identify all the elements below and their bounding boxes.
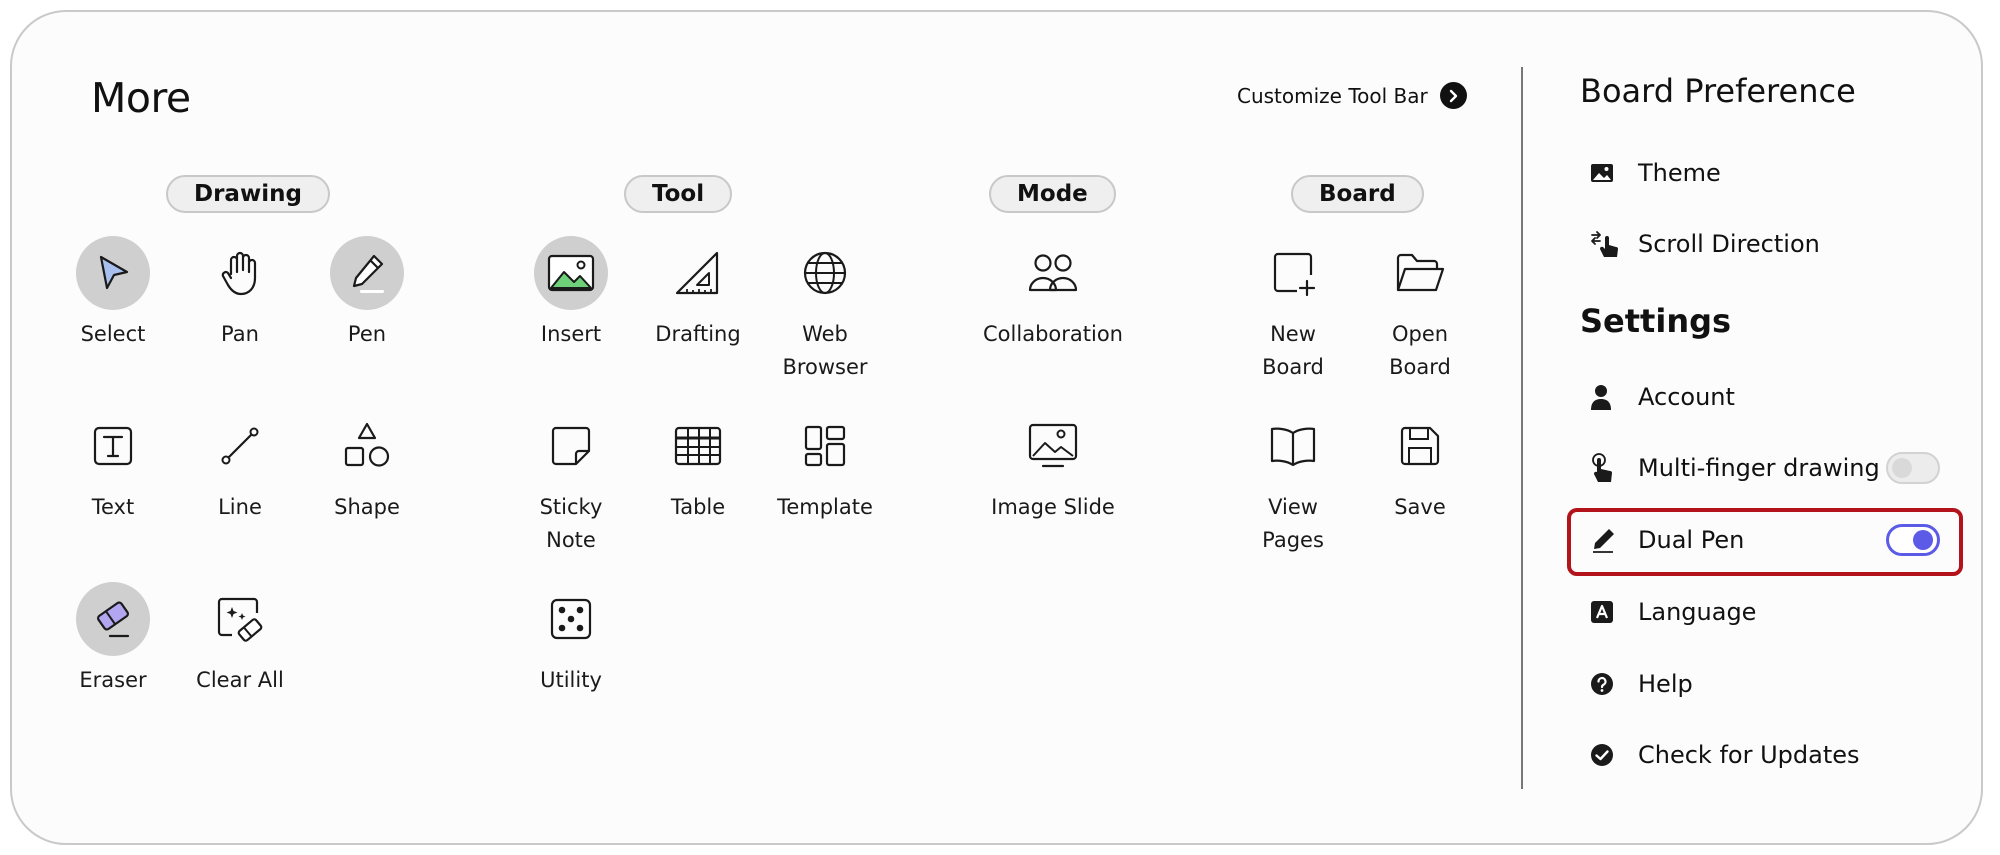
category-tool: Tool bbox=[624, 175, 733, 213]
tool-open-board-label: Open Board bbox=[1389, 322, 1451, 379]
image-slide-icon bbox=[1016, 409, 1090, 483]
more-panel: More Customize Tool Bar Drawing Tool Mod… bbox=[10, 10, 1983, 845]
hand-icon bbox=[203, 236, 277, 310]
tool-insert-label: Insert bbox=[540, 322, 602, 346]
tool-text-label: Text bbox=[91, 495, 135, 519]
tool-pen-label: Pen bbox=[347, 322, 387, 346]
multi-finger-drawing-toggle[interactable] bbox=[1886, 452, 1940, 484]
language-label: Language bbox=[1638, 598, 1757, 626]
eraser-icon bbox=[76, 582, 150, 656]
toggle-knob bbox=[1913, 530, 1933, 550]
account-label: Account bbox=[1638, 383, 1735, 411]
sticky-note-icon bbox=[534, 409, 608, 483]
sidebar-item-account[interactable]: Account bbox=[1580, 377, 1940, 417]
tool-sticky-note-label: Sticky Note bbox=[539, 495, 603, 552]
template-icon bbox=[788, 409, 862, 483]
tool-pen[interactable]: Pen bbox=[287, 236, 447, 351]
insert-image-icon bbox=[534, 236, 608, 310]
tool-utility-label: Utility bbox=[540, 668, 602, 692]
new-board-icon bbox=[1256, 236, 1330, 310]
help-icon bbox=[1580, 668, 1624, 700]
scroll-direction-label: Scroll Direction bbox=[1638, 230, 1820, 258]
tool-view-pages-label: View Pages bbox=[1262, 495, 1324, 552]
floppy-disk-icon bbox=[1383, 409, 1457, 483]
tool-clear-all-label: Clear All bbox=[196, 668, 284, 692]
page-title: More bbox=[91, 74, 191, 122]
tool-image-slide[interactable]: Image Slide bbox=[973, 409, 1133, 524]
people-icon bbox=[1016, 236, 1090, 310]
tool-new-board-label: New Board bbox=[1262, 322, 1324, 379]
touch-finger-icon bbox=[1580, 452, 1624, 484]
sidebar-item-check-for-updates[interactable]: Check for Updates bbox=[1580, 735, 1940, 775]
tool-select-label: Select bbox=[80, 322, 146, 346]
tool-line-label: Line bbox=[218, 495, 262, 519]
category-board: Board bbox=[1291, 175, 1424, 213]
tool-eraser-label: Eraser bbox=[79, 668, 147, 692]
text-box-icon bbox=[76, 409, 150, 483]
category-mode: Mode bbox=[989, 175, 1116, 213]
help-label: Help bbox=[1638, 670, 1693, 698]
tool-web-browser[interactable]: Web Browser bbox=[745, 236, 905, 384]
tool-utility[interactable]: Utility bbox=[491, 582, 651, 697]
tool-save[interactable]: Save bbox=[1340, 409, 1500, 524]
customize-toolbar-label: Customize Tool Bar bbox=[1237, 83, 1428, 108]
tool-shape-label: Shape bbox=[334, 495, 400, 519]
language-a-icon bbox=[1580, 596, 1624, 628]
dual-pen-toggle[interactable] bbox=[1886, 524, 1940, 556]
tool-collaboration[interactable]: Collaboration bbox=[973, 236, 1133, 351]
book-icon bbox=[1256, 409, 1330, 483]
tool-save-label: Save bbox=[1394, 495, 1446, 519]
sidebar-item-help[interactable]: Help bbox=[1580, 664, 1940, 704]
tool-clear-all[interactable]: Clear All bbox=[160, 582, 320, 697]
tool-image-slide-label: Image Slide bbox=[991, 495, 1115, 519]
line-icon bbox=[203, 409, 277, 483]
check-for-updates-label: Check for Updates bbox=[1638, 741, 1860, 769]
clear-all-icon bbox=[203, 582, 277, 656]
shapes-icon bbox=[330, 409, 404, 483]
dual-pen-label: Dual Pen bbox=[1638, 526, 1745, 554]
tool-open-board[interactable]: Open Board bbox=[1340, 236, 1500, 384]
pen-icon bbox=[1580, 524, 1624, 556]
customize-toolbar-button[interactable]: Customize Tool Bar bbox=[1237, 82, 1467, 109]
multi-finger-drawing-label: Multi-finger drawing bbox=[1638, 454, 1880, 482]
theme-label: Theme bbox=[1638, 159, 1721, 187]
person-icon bbox=[1580, 381, 1624, 413]
chevron-right-icon bbox=[1439, 82, 1467, 109]
sidebar-item-theme[interactable]: Theme bbox=[1580, 153, 1940, 193]
table-icon bbox=[661, 409, 735, 483]
globe-icon bbox=[788, 236, 862, 310]
category-drawing: Drawing bbox=[166, 175, 330, 213]
settings-heading: Settings bbox=[1580, 302, 1732, 340]
tool-shape[interactable]: Shape bbox=[287, 409, 447, 524]
pen-icon bbox=[330, 236, 404, 310]
section-divider bbox=[1521, 67, 1523, 789]
tool-web-browser-label: Web Browser bbox=[782, 322, 868, 379]
image-icon bbox=[1580, 157, 1624, 189]
set-square-icon bbox=[661, 236, 735, 310]
check-circle-icon bbox=[1580, 739, 1624, 771]
scroll-gesture-icon bbox=[1580, 228, 1624, 260]
toggle-knob bbox=[1892, 458, 1912, 478]
board-preference-heading: Board Preference bbox=[1580, 72, 1856, 110]
tool-template[interactable]: Template bbox=[745, 409, 905, 524]
select-cursor-icon bbox=[76, 236, 150, 310]
sidebar-item-scroll-direction[interactable]: Scroll Direction bbox=[1580, 224, 1940, 264]
sidebar-item-multi-finger-drawing: Multi-finger drawing bbox=[1580, 448, 1940, 488]
tool-pan-label: Pan bbox=[221, 322, 259, 346]
tool-table-label: Table bbox=[670, 495, 726, 519]
dice-icon bbox=[534, 582, 608, 656]
tool-collaboration-label: Collaboration bbox=[983, 322, 1123, 346]
tool-drafting-label: Drafting bbox=[655, 322, 741, 346]
sidebar-item-language[interactable]: Language bbox=[1580, 592, 1940, 632]
folder-open-icon bbox=[1383, 236, 1457, 310]
sidebar-item-dual-pen: Dual Pen bbox=[1580, 520, 1940, 560]
tool-template-label: Template bbox=[777, 495, 873, 519]
